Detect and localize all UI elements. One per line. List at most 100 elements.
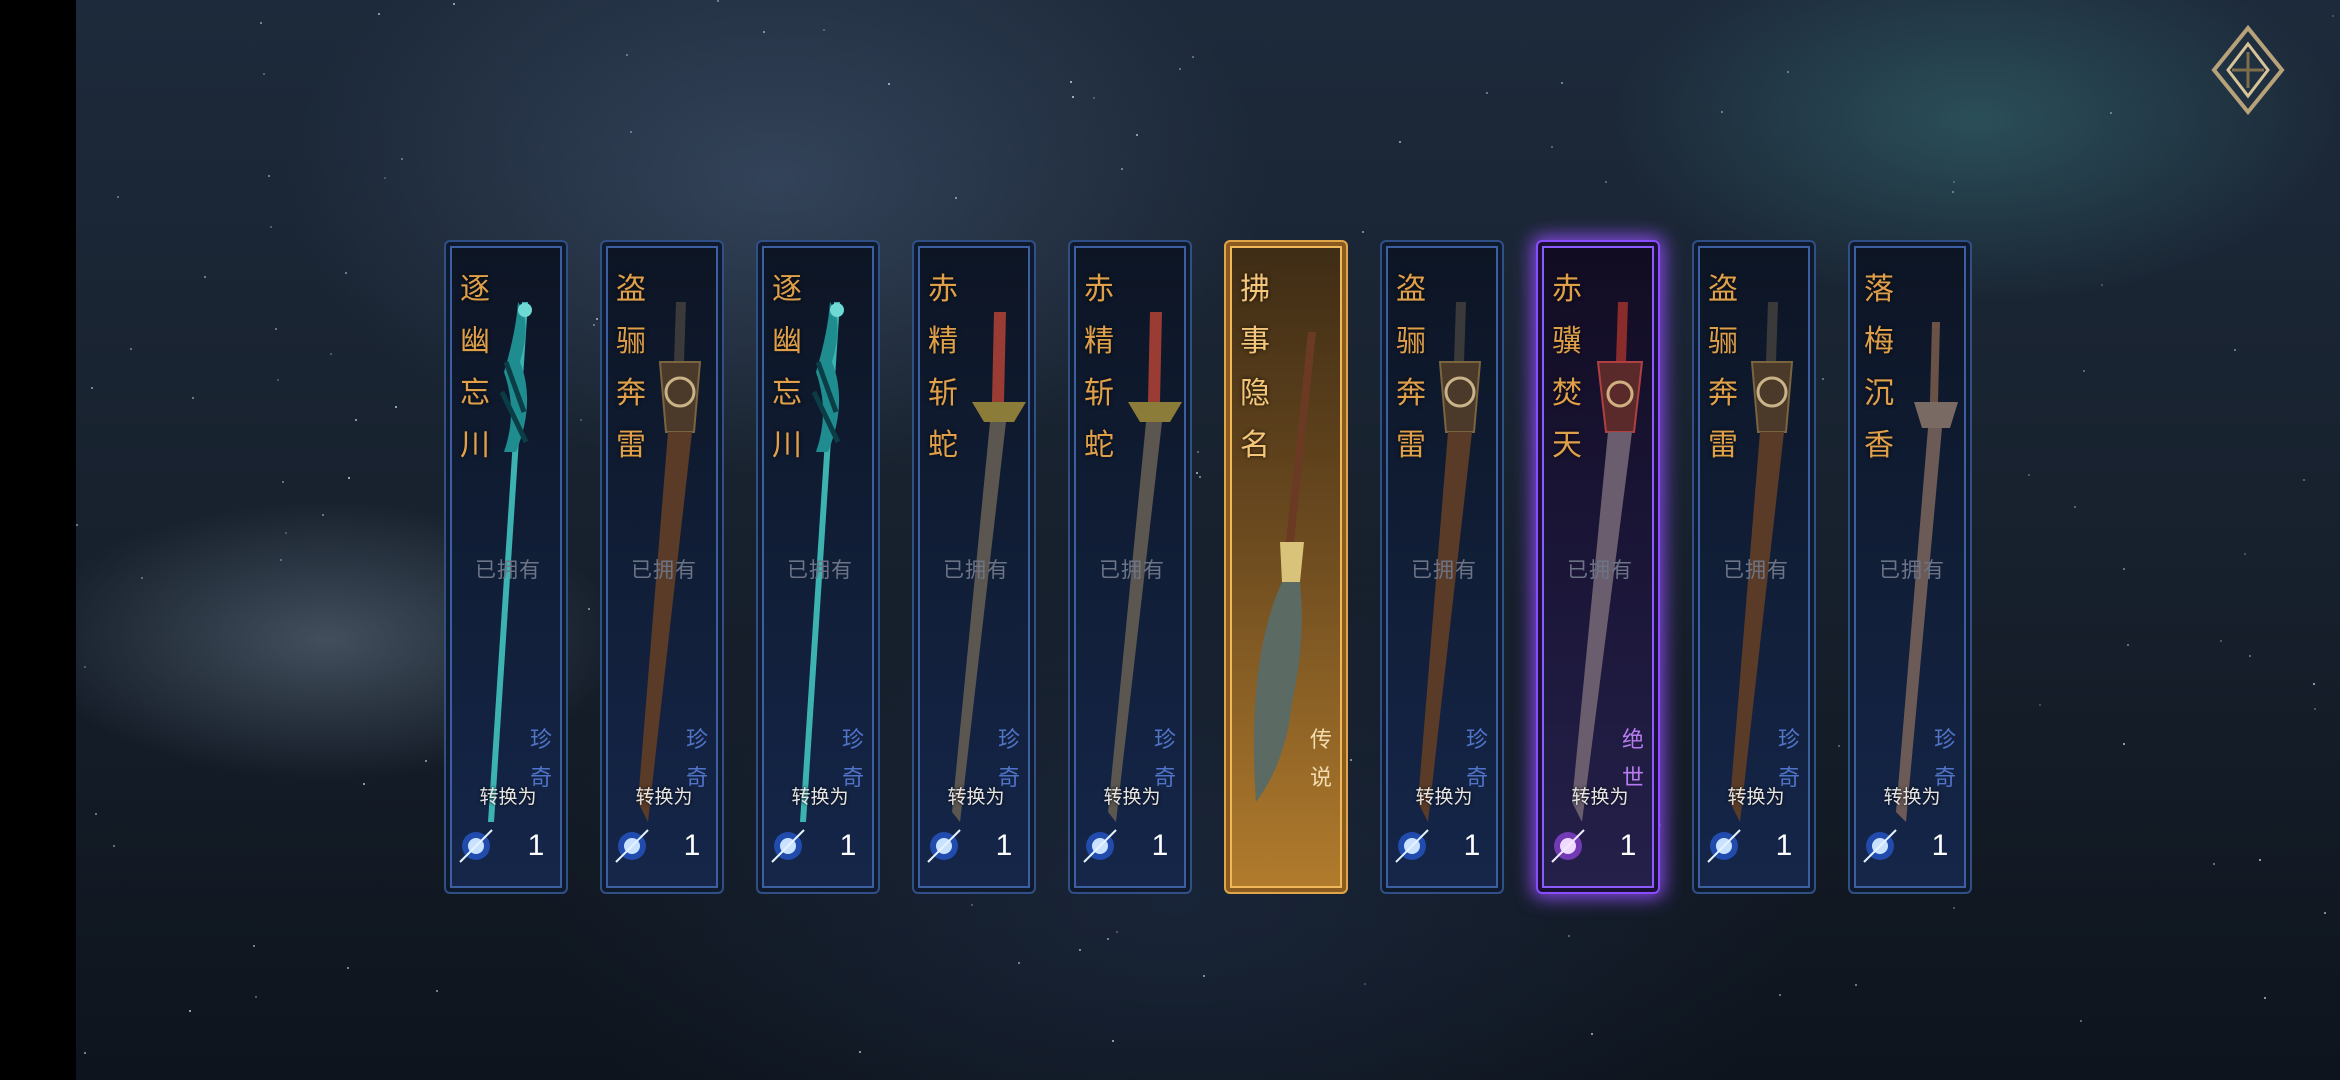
star-dot: [630, 131, 632, 133]
star-dot: [1112, 1040, 1114, 1042]
weapon-card-2[interactable]: 盗骊奔雷 已拥有 珍奇 转换为 1: [600, 240, 724, 894]
weapon-name: 盗骊奔雷: [616, 272, 646, 463]
star-dot: [2220, 640, 2222, 642]
convert-label: 转换为: [479, 786, 537, 808]
weapon-card-4[interactable]: 赤精斩蛇 已拥有 珍奇 转换为 1: [912, 240, 1036, 894]
star-dot: [2244, 553, 2246, 555]
convert-label: 转换为: [1883, 786, 1941, 808]
star-dot: [1605, 181, 1607, 183]
star-dot: [588, 608, 590, 610]
cost-value: 1: [1931, 829, 1949, 862]
star-dot: [395, 406, 397, 408]
star-dot: [204, 276, 206, 278]
weapon-card-8[interactable]: 赤骥焚天 已拥有 绝世 转换为 1: [1536, 240, 1660, 894]
weapon-name: 赤骥焚天: [1552, 272, 1582, 463]
spirit-crystal-icon: [459, 829, 493, 863]
star-dot: [1779, 994, 1781, 996]
star-dot: [1203, 975, 1205, 977]
cost-value: 1: [683, 829, 701, 862]
star-dot: [1107, 938, 1109, 940]
star-dot: [322, 514, 324, 516]
star-dot: [285, 532, 287, 534]
weapon-name: 赤精斩蛇: [1084, 272, 1114, 463]
owned-label: 已拥有: [631, 558, 697, 582]
star-dot: [1855, 984, 1857, 986]
star-dot: [141, 577, 143, 579]
owned-label: 已拥有: [1723, 558, 1789, 582]
weapon-name: 盗骊奔雷: [1708, 272, 1738, 463]
star-dot: [1192, 56, 1194, 58]
star-dot: [888, 83, 890, 85]
weapon-name: 赤精斩蛇: [928, 272, 958, 463]
star-dot: [453, 3, 455, 5]
star-dot: [2234, 349, 2236, 351]
star-dot: [275, 328, 277, 330]
star-dot: [363, 783, 365, 785]
star-dot: [1070, 81, 1072, 83]
owned-label: 已拥有: [1567, 558, 1633, 582]
star-dot: [1350, 759, 1352, 761]
weapon-name: 拂事隐名: [1240, 272, 1270, 463]
star-dot: [1838, 745, 1840, 747]
star-dot: [348, 477, 350, 479]
weapon-card-7[interactable]: 盗骊奔雷 已拥有 珍奇 转换为 1: [1380, 240, 1504, 894]
spirit-crystal-icon: [615, 829, 649, 863]
convert-label: 转换为: [791, 786, 849, 808]
star-dot: [1018, 962, 1020, 964]
weapon-card-9[interactable]: 盗骊奔雷 已拥有 珍奇 转换为 1: [1692, 240, 1816, 894]
owned-label: 已拥有: [1411, 558, 1477, 582]
star-dot: [2213, 863, 2215, 865]
star-dot: [593, 324, 595, 326]
star-dot: [2101, 284, 2103, 286]
star-dot: [76, 524, 78, 526]
weapon-name: 逐幽忘川: [460, 272, 490, 463]
spirit-crystal-icon: [1551, 829, 1585, 863]
star-dot: [2249, 655, 2251, 657]
cost-value: 1: [1463, 829, 1481, 862]
star-dot: [1591, 1033, 1593, 1035]
star-dot: [1079, 949, 1081, 951]
star-dot: [260, 22, 262, 24]
star-dot: [1486, 92, 1488, 94]
star-dot: [2303, 479, 2305, 481]
weapon-card-6-selected[interactable]: 拂事隐名 传说: [1224, 240, 1348, 894]
star-dot: [2028, 474, 2030, 476]
star-dot: [1121, 168, 1123, 170]
star-dot: [268, 175, 270, 177]
star-dot: [347, 967, 349, 969]
star-dot: [2314, 708, 2316, 710]
return-button[interactable]: [2208, 22, 2288, 118]
star-dot: [763, 31, 765, 33]
weapon-name: 逐幽忘川: [772, 272, 802, 463]
weapon-card-10[interactable]: 落梅沉香 已拥有 珍奇 转换为 1: [1848, 240, 1972, 894]
star-dot: [270, 226, 272, 228]
owned-label: 已拥有: [943, 558, 1009, 582]
star-dot: [330, 353, 332, 355]
star-dot: [2324, 912, 2326, 914]
star-dot: [971, 904, 973, 906]
weapon-card-1[interactable]: 逐幽忘川 已拥有 珍奇 转换为 1: [444, 240, 568, 894]
star-dot: [113, 845, 115, 847]
weapon-card-5[interactable]: 赤精斩蛇 已拥有 珍奇 转换为 1: [1068, 240, 1192, 894]
owned-label: 已拥有: [475, 558, 541, 582]
rarity-badge: 传说: [1309, 728, 1332, 791]
cost-value: 1: [527, 829, 545, 862]
star-dot: [2264, 997, 2266, 999]
star-dot: [1116, 931, 1118, 933]
star-dot: [1093, 97, 1095, 99]
owned-label: 已拥有: [1099, 558, 1165, 582]
star-dot: [717, 0, 719, 2]
weapon-card-3[interactable]: 逐幽忘川 已拥有 珍奇 转换为 1: [756, 240, 880, 894]
weapon-name: 盗骊奔雷: [1396, 272, 1426, 463]
star-dot: [2110, 112, 2112, 114]
star-dot: [1362, 231, 1364, 233]
star-dot: [955, 197, 957, 199]
star-dot: [1551, 146, 1553, 148]
star-dot: [2039, 704, 2041, 706]
star-dot: [425, 760, 427, 762]
star-dot: [1953, 181, 1955, 183]
star-dot: [117, 196, 119, 198]
cost-value: 1: [839, 829, 857, 862]
star-dot: [596, 318, 598, 320]
star-dot: [1179, 68, 1181, 70]
